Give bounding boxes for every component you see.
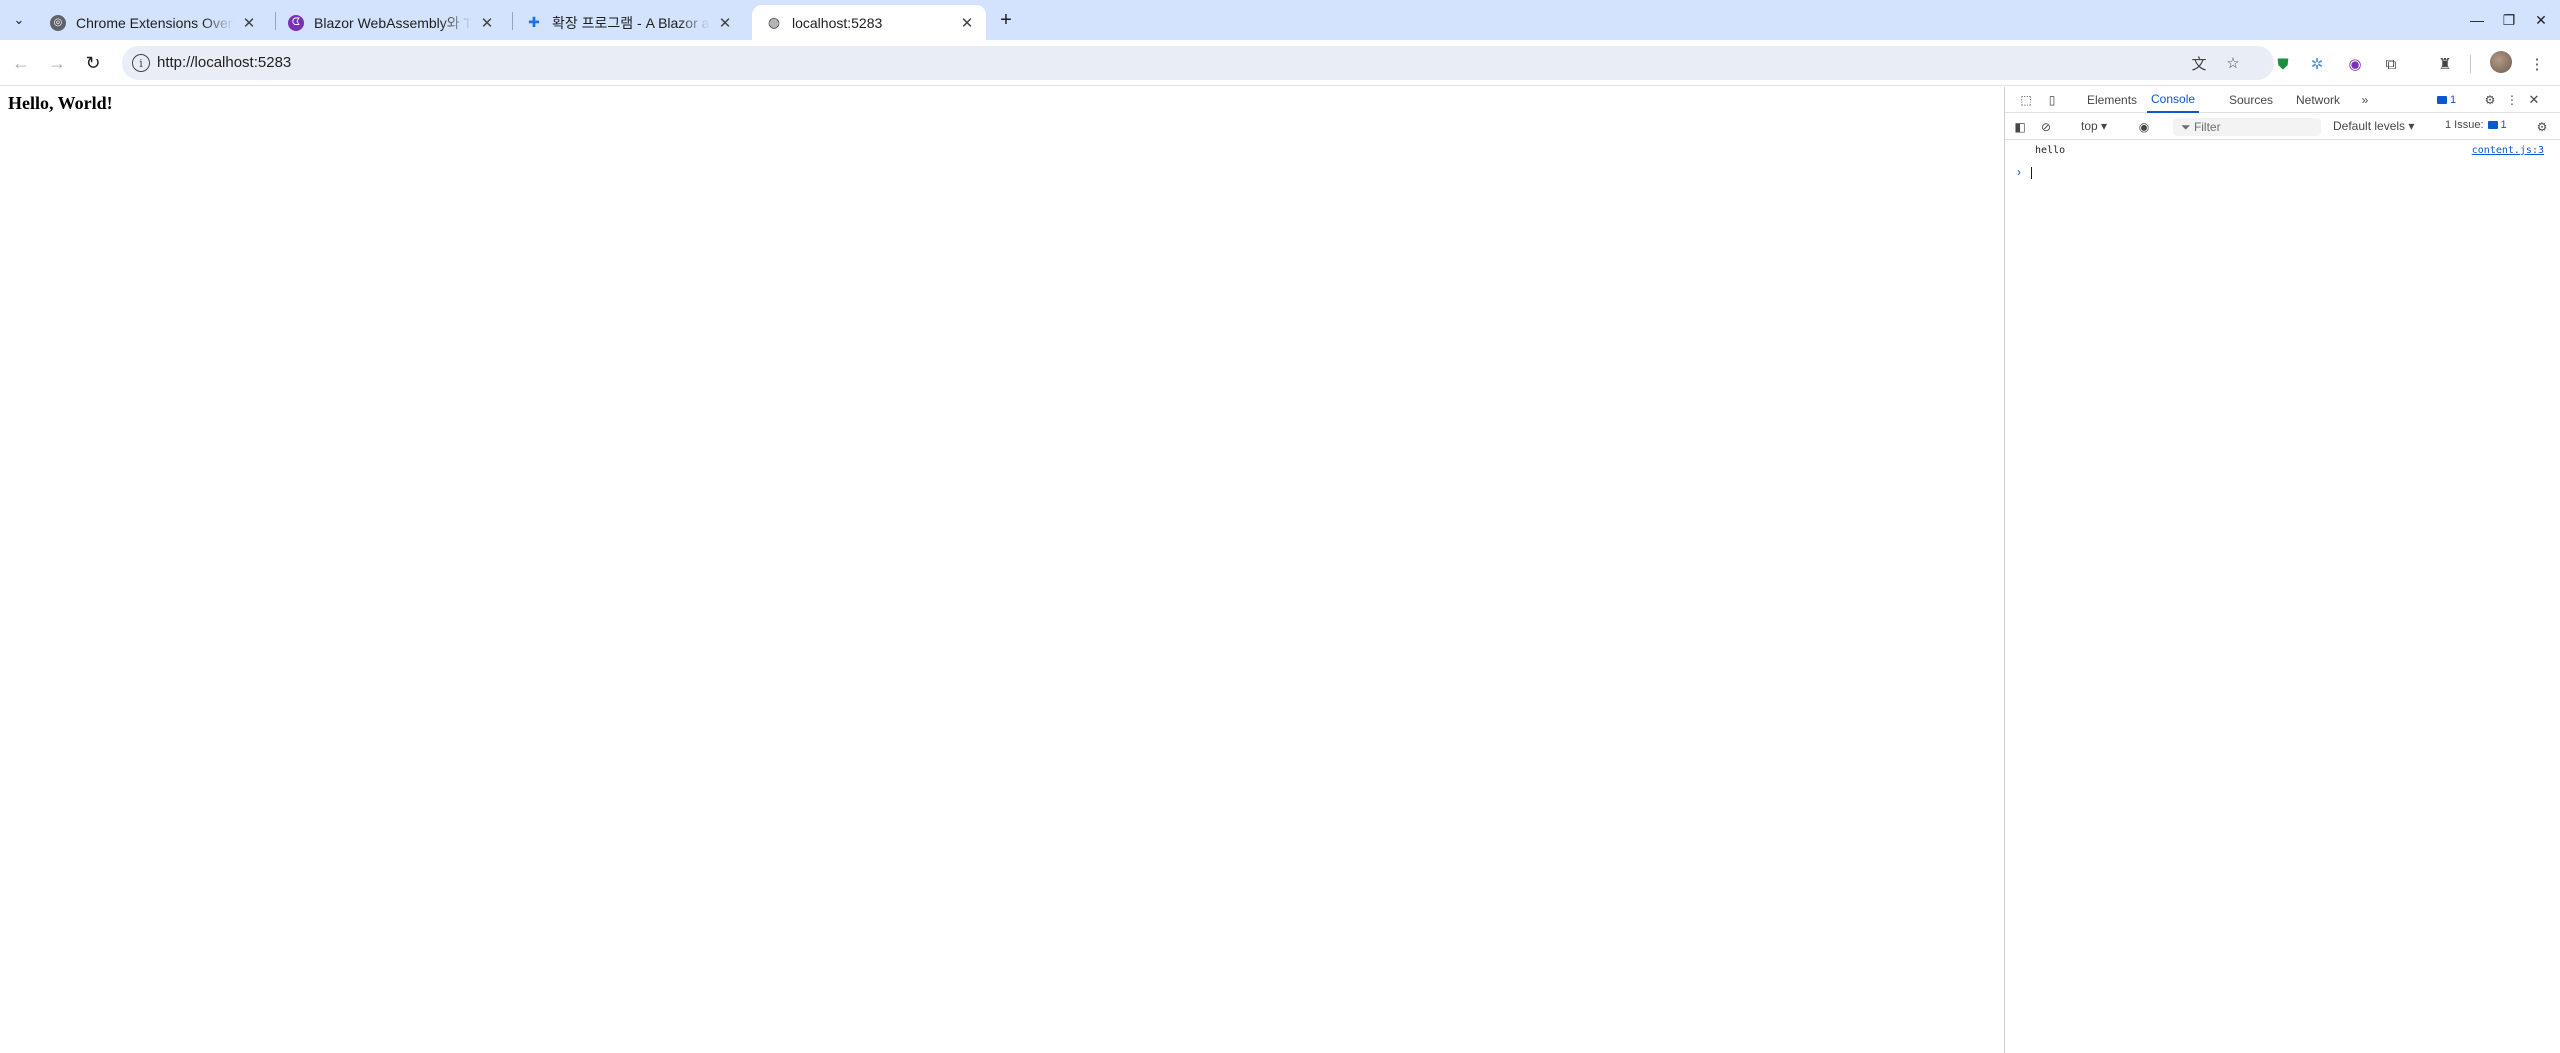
issues-counter[interactable]: 1 Issue: 1 <box>2445 119 2507 131</box>
devtools-menu-icon[interactable]: ⋮ <box>2503 91 2521 109</box>
console-settings-gear-icon[interactable]: ⚙ <box>2533 118 2551 136</box>
console-source-link[interactable]: content.js:3 <box>2472 145 2544 156</box>
dropdown-arrow-icon: ▾ <box>2101 119 2108 133</box>
page-heading: Hello, World! <box>8 93 113 113</box>
log-levels-select[interactable]: Default levels ▾ <box>2333 119 2414 133</box>
inspect-element-icon[interactable]: ⬚ <box>2017 91 2035 109</box>
devtools-tabbar: ⬚ ▯ Elements Console Sources Network » 1… <box>2005 87 2560 113</box>
live-expression-eye-icon[interactable]: ◉ <box>2135 118 2153 136</box>
message-icon <box>2437 96 2447 104</box>
toolbar-divider <box>2470 55 2471 73</box>
extension-sparkle-icon[interactable]: ✲ <box>2306 53 2328 75</box>
chrome-icon: ◎ <box>50 14 66 31</box>
tab-title: Chrome Extensions Overview <box>76 14 234 31</box>
tab-title: localhost:5283 <box>792 14 883 31</box>
tab-localhost[interactable]: ◍ localhost:5283 ✕ <box>752 5 986 40</box>
close-icon[interactable]: ✕ <box>958 14 976 32</box>
tab-title: Blazor WebAssembly와 TypeScript <box>314 14 472 31</box>
chrome-menu-icon[interactable]: ⋮ <box>2526 53 2548 75</box>
issues-count: 1 <box>2500 119 2507 131</box>
back-button[interactable]: ← <box>8 50 34 76</box>
incognito-icon[interactable]: ♜ <box>2434 53 2456 75</box>
context-value: top <box>2081 119 2098 133</box>
tab-strip: ⌄ ◎ Chrome Extensions Overview ✕ ᗧ Blazo… <box>0 0 2560 40</box>
forward-button[interactable]: → <box>44 50 70 76</box>
close-icon[interactable]: ✕ <box>716 14 734 32</box>
site-info-icon[interactable]: i <box>132 54 150 72</box>
console-message-text: hello <box>2035 145 2066 156</box>
address-bar[interactable]: i http://localhost:5283 文 ☆ <box>122 46 2274 80</box>
console-prompt-chevron-icon: › <box>2017 165 2021 179</box>
devtools-panel: ⬚ ▯ Elements Console Sources Network » 1… <box>2004 87 2560 1053</box>
extensions-puzzle-icon[interactable]: ⧉ <box>2380 53 2402 75</box>
globe-icon: ◍ <box>767 14 781 30</box>
filter-placeholder: Filter <box>2193 120 2221 134</box>
tab-title: 확장 프로그램 - A Blazor and <box>552 14 710 31</box>
bookmark-star-icon[interactable]: ☆ <box>2222 53 2244 73</box>
window-close-icon[interactable]: ✕ <box>2526 6 2556 34</box>
tab-sources[interactable]: Sources <box>2229 87 2273 113</box>
translate-icon[interactable]: 文 <box>2188 53 2210 73</box>
console-toolbar: ◧ ⊘ top ▾ ◉ ⏷ Filter Default levels ▾ 1 … <box>2005 114 2560 140</box>
tab-chrome-extensions[interactable]: ◎ Chrome Extensions Overview ✕ <box>36 5 268 40</box>
extension-purple-icon[interactable]: ◉ <box>2344 53 2366 75</box>
device-toolbar-icon[interactable]: ▯ <box>2043 91 2061 109</box>
console-message-row: hello content.js:3 <box>2005 142 2560 162</box>
tab-extensions-korean[interactable]: ✚ 확장 프로그램 - A Blazor and ✕ <box>512 5 744 40</box>
puzzle-icon: ✚ <box>528 14 540 30</box>
log-levels-value: Default levels <box>2333 119 2406 133</box>
tab-search-button[interactable]: ⌄ <box>6 8 32 32</box>
issue-icon <box>2487 121 2498 129</box>
dropdown-arrow-icon: ▾ <box>2408 119 2415 133</box>
tab-network[interactable]: Network <box>2296 87 2340 113</box>
minimize-icon[interactable]: — <box>2462 6 2492 34</box>
devtools-close-icon[interactable]: ✕ <box>2525 91 2543 109</box>
new-tab-button[interactable]: + <box>994 8 1018 32</box>
console-filter-input[interactable]: ⏷ Filter <box>2173 118 2321 136</box>
profile-avatar[interactable] <box>2490 51 2512 73</box>
address-url[interactable]: http://localhost:5283 <box>157 54 291 71</box>
close-icon[interactable]: ✕ <box>478 14 496 32</box>
sidebar-toggle-icon[interactable]: ◧ <box>2011 118 2029 136</box>
browser-toolbar: ← → ↻ i http://localhost:5283 文 ☆ ⛊ ✲ ◉ … <box>0 40 2560 86</box>
console-input-caret[interactable] <box>2031 167 2032 179</box>
clear-console-icon[interactable]: ⊘ <box>2037 118 2055 136</box>
issues-label: 1 Issue: <box>2445 119 2484 131</box>
settings-gear-icon[interactable]: ⚙ <box>2481 91 2499 109</box>
shield-extension-icon[interactable]: ⛊ <box>2272 53 2294 75</box>
reload-button[interactable]: ↻ <box>80 50 106 76</box>
tab-elements[interactable]: Elements <box>2087 87 2137 113</box>
tab-console[interactable]: Console <box>2147 87 2200 113</box>
filter-icon: ⏷ <box>2181 120 2194 134</box>
messages-badge[interactable]: 1 <box>2437 91 2456 109</box>
close-icon[interactable]: ✕ <box>240 14 258 32</box>
tab-blazor-typescript[interactable]: ᗧ Blazor WebAssembly와 TypeScript ✕ <box>274 5 506 40</box>
restore-icon[interactable]: ❐ <box>2494 6 2524 34</box>
page-viewport: Hello, World! <box>0 87 2004 1053</box>
context-select[interactable]: top ▾ <box>2081 119 2107 133</box>
messages-count: 1 <box>2450 94 2457 106</box>
more-tabs-icon[interactable]: » <box>2356 91 2374 109</box>
blazor-icon: ᗧ <box>288 14 304 31</box>
